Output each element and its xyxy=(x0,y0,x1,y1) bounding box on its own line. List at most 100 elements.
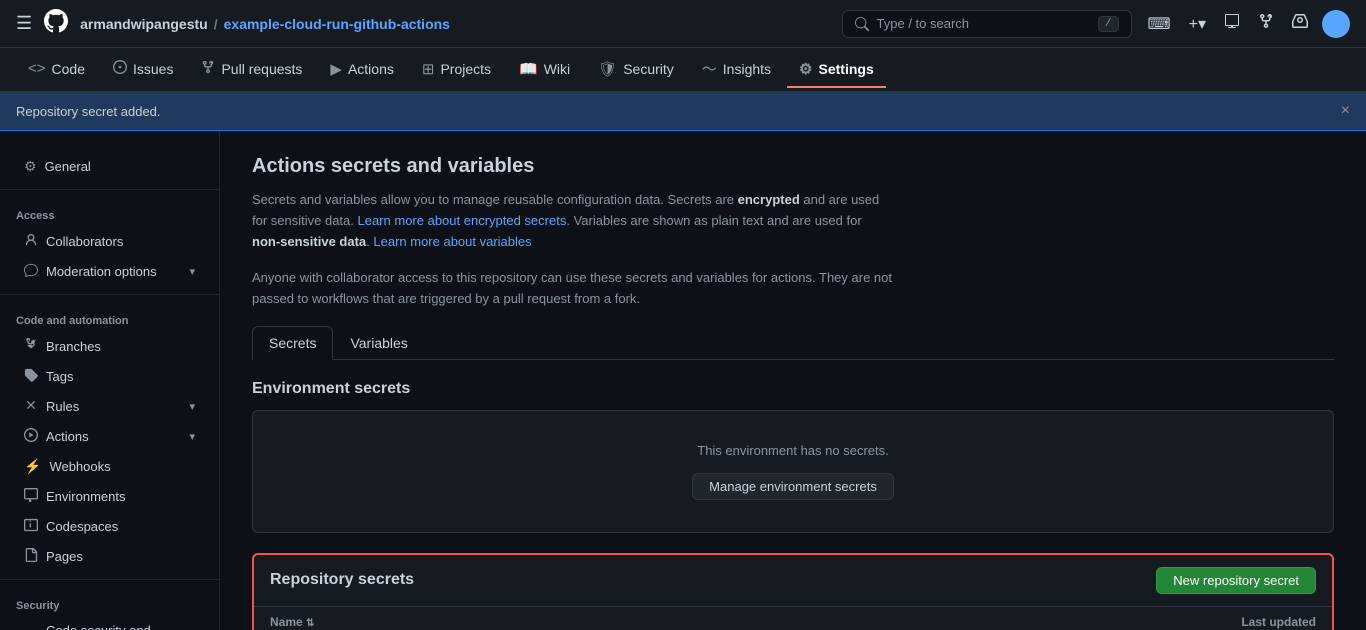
col-name-text: Name xyxy=(270,615,303,629)
secrets-table-header: Name ⇅ Last updated xyxy=(254,607,1332,630)
security-tab-icon: 🛡 xyxy=(598,60,617,78)
sidebar-item-collaborators[interactable]: Collaborators xyxy=(8,227,211,256)
projects-tab-icon: ⊞ xyxy=(422,60,435,78)
desc-link-2[interactable]: Learn more about variables xyxy=(373,234,531,249)
sidebar-section-access: Access xyxy=(0,198,219,226)
repo-tabs: <> Code Issues Pull requests ▶ Actions ⊞… xyxy=(0,48,1366,92)
tab-issues[interactable]: Issues xyxy=(101,52,185,88)
search-placeholder: Type / to search xyxy=(877,16,970,31)
tab-projects[interactable]: ⊞ Projects xyxy=(410,52,503,88)
sidebar-section-code-automation: Code and automation xyxy=(0,303,219,331)
sidebar-item-tags[interactable]: Tags xyxy=(8,362,211,391)
desc-bold-2: non-sensitive data xyxy=(252,234,366,249)
sidebar-label-collaborators: Collaborators xyxy=(46,234,123,249)
sidebar-item-moderation[interactable]: Moderation options ▾ xyxy=(8,257,211,286)
gear-icon: ⚙ xyxy=(24,158,37,175)
environments-icon xyxy=(24,488,38,505)
top-nav: ☰ armandwipangestu / example-cloud-run-g… xyxy=(0,0,1366,48)
tab-projects-label: Projects xyxy=(440,61,491,77)
sidebar-label-webhooks: Webhooks xyxy=(49,459,110,474)
description-1: Secrets and variables allow you to manag… xyxy=(252,190,892,252)
tab-actions[interactable]: ▶ Actions xyxy=(318,52,405,88)
sidebar: ⚙ General Access Collaborators Moderatio… xyxy=(0,131,220,630)
tab-issues-label: Issues xyxy=(133,61,173,77)
sidebar-item-general[interactable]: ⚙ General xyxy=(8,152,211,181)
sidebar-divider-3 xyxy=(0,579,219,580)
git-icon[interactable] xyxy=(1254,9,1278,38)
breadcrumb-sep: / xyxy=(214,16,218,32)
banner-message: Repository secret added. xyxy=(16,104,161,119)
avatar[interactable] xyxy=(1322,10,1350,38)
inbox-icon[interactable] xyxy=(1288,9,1312,38)
desc-text-1: Secrets and variables allow you to manag… xyxy=(252,192,738,207)
sidebar-label-actions: Actions xyxy=(46,429,89,444)
breadcrumb: armandwipangestu / example-cloud-run-git… xyxy=(80,16,450,32)
webhook-icon: ⚡ xyxy=(24,458,41,475)
sidebar-label-moderation: Moderation options xyxy=(46,264,157,279)
sidebar-item-actions[interactable]: Actions ▾ xyxy=(8,422,211,451)
pr-tab-icon xyxy=(201,60,215,78)
issues-tab-icon xyxy=(113,60,127,78)
sidebar-label-general: General xyxy=(45,159,91,174)
env-secrets-title: Environment secrets xyxy=(252,380,1334,398)
tab-variables[interactable]: Variables xyxy=(333,326,424,359)
environment-secrets-box: This environment has no secrets. Manage … xyxy=(252,410,1334,533)
col-name-label: Name ⇅ xyxy=(270,615,1156,629)
plus-button[interactable]: +▾ xyxy=(1185,10,1210,38)
chevron-down-icon-rules: ▾ xyxy=(189,400,195,413)
tab-code[interactable]: <> Code xyxy=(16,52,97,87)
sidebar-label-pages: Pages xyxy=(46,549,83,564)
desc-bold-1: encrypted xyxy=(738,192,800,207)
new-repository-secret-button[interactable]: New repository secret xyxy=(1156,567,1316,594)
nav-icons: ⌨ +▾ xyxy=(1144,9,1350,38)
tab-security-label: Security xyxy=(623,61,674,77)
breadcrumb-user[interactable]: armandwipangestu xyxy=(80,16,208,32)
actions-icon xyxy=(24,428,38,445)
sidebar-item-pages[interactable]: Pages xyxy=(8,542,211,571)
close-banner-button[interactable]: × xyxy=(1341,102,1350,120)
desc-link-1[interactable]: Learn more about encrypted secrets xyxy=(358,213,567,228)
tab-secrets[interactable]: Secrets xyxy=(252,326,333,360)
tab-wiki[interactable]: 📖 Wiki xyxy=(507,52,582,88)
sidebar-item-code-security[interactable]: Code security and analysis xyxy=(8,617,211,630)
sidebar-label-branches: Branches xyxy=(46,339,101,354)
person-icon xyxy=(24,233,38,250)
hamburger-icon[interactable]: ☰ xyxy=(16,13,32,34)
tv-icon[interactable] xyxy=(1220,9,1244,38)
insights-tab-icon: 〜 xyxy=(702,58,717,79)
terminal-icon[interactable]: ⌨ xyxy=(1144,10,1175,38)
col-updated-label: Last updated xyxy=(1156,615,1316,629)
sidebar-item-rules[interactable]: Rules ▾ xyxy=(8,392,211,421)
breadcrumb-repo[interactable]: example-cloud-run-github-actions xyxy=(224,16,450,32)
tab-pullrequests[interactable]: Pull requests xyxy=(189,52,314,88)
sidebar-item-branches[interactable]: Branches xyxy=(8,332,211,361)
tab-insights[interactable]: 〜 Insights xyxy=(690,50,783,89)
sidebar-label-environments: Environments xyxy=(46,489,125,504)
desc-text-c: . Variables are shown as plain text and … xyxy=(566,213,861,228)
repo-secrets-title: Repository secrets xyxy=(270,571,414,589)
sidebar-item-webhooks[interactable]: ⚡ Webhooks xyxy=(8,452,211,481)
sidebar-label-codespaces: Codespaces xyxy=(46,519,118,534)
tab-settings[interactable]: ⚙ Settings xyxy=(787,52,886,88)
codespaces-icon xyxy=(24,518,38,535)
github-logo[interactable] xyxy=(44,9,68,39)
description-2: Anyone with collaborator access to this … xyxy=(252,268,892,310)
search-box[interactable]: Type / to search / xyxy=(842,10,1132,38)
notification-banner: Repository secret added. × xyxy=(0,92,1366,131)
sidebar-item-codespaces[interactable]: Codespaces xyxy=(8,512,211,541)
tab-code-label: Code xyxy=(52,61,85,77)
tag-icon xyxy=(24,368,38,385)
manage-env-secrets-button[interactable]: Manage environment secrets xyxy=(692,473,894,500)
sidebar-label-tags: Tags xyxy=(46,369,73,384)
content-tabs: Secrets Variables xyxy=(252,326,1334,360)
sidebar-item-environments[interactable]: Environments xyxy=(8,482,211,511)
tab-insights-label: Insights xyxy=(723,61,771,77)
tab-security[interactable]: 🛡 Security xyxy=(586,52,686,88)
sidebar-divider-2 xyxy=(0,294,219,295)
env-secrets-empty: This environment has no secrets. Manage … xyxy=(253,411,1333,532)
main-content: Actions secrets and variables Secrets an… xyxy=(220,131,1366,630)
actions-tab-icon: ▶ xyxy=(330,60,342,78)
rules-icon xyxy=(24,398,38,415)
sort-icon[interactable]: ⇅ xyxy=(306,618,314,629)
repository-secrets-box: Repository secrets New repository secret… xyxy=(252,553,1334,630)
